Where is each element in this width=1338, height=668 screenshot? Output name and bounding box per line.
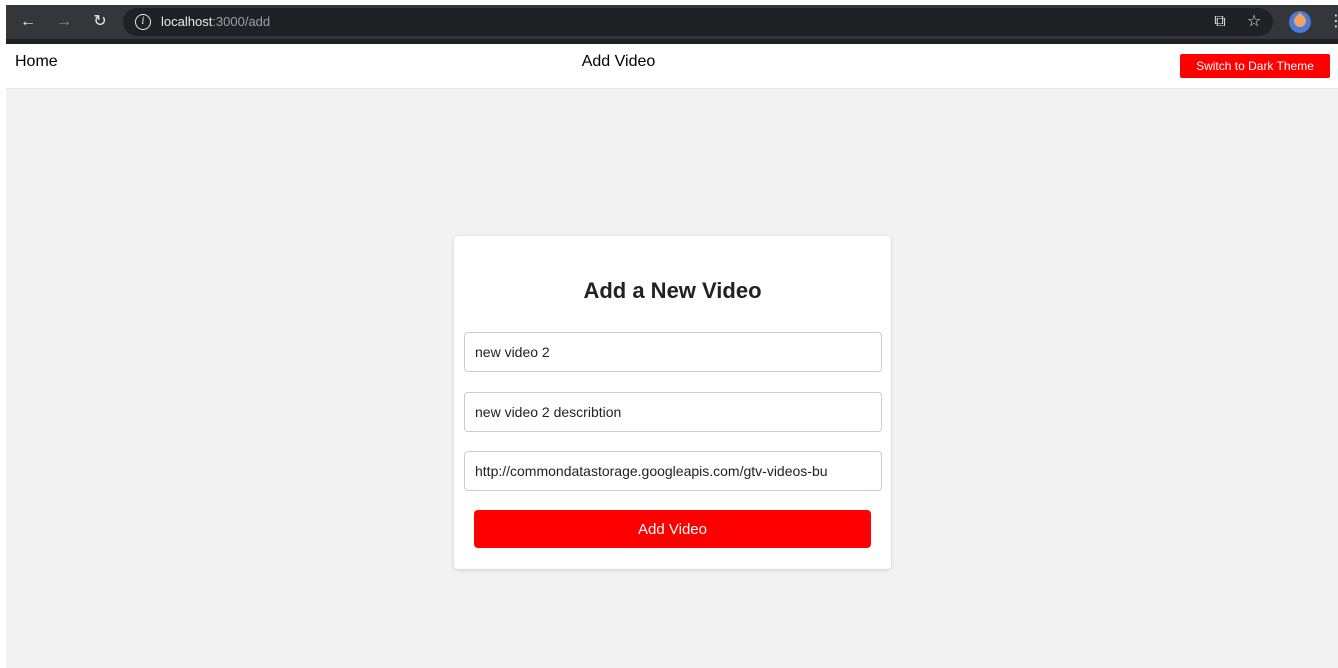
cast-icon[interactable]: ⧉	[1208, 10, 1232, 34]
video-description-input[interactable]	[464, 392, 882, 432]
kebab-menu-icon[interactable]: ⋮	[1328, 10, 1338, 34]
add-video-button[interactable]: Add Video	[474, 510, 871, 548]
url-path: :3000/add	[212, 14, 271, 29]
forward-icon[interactable]: →	[52, 5, 76, 39]
form-heading: Add a New Video	[583, 278, 762, 303]
page-title: Add Video	[581, 53, 656, 70]
video-url-input[interactable]	[464, 451, 882, 491]
video-title-input[interactable]	[464, 332, 882, 372]
app-header: Home Add Video Switch to Dark Theme	[6, 44, 1338, 89]
add-video-form: Add a New Video Add Video	[454, 236, 891, 569]
profile-avatar[interactable]	[1289, 11, 1311, 33]
address-url[interactable]: localhost:3000/add	[161, 8, 270, 36]
main-content: Add a New Video Add Video	[6, 89, 1338, 668]
window-edge	[0, 0, 6, 668]
reload-icon[interactable]: ↻	[88, 5, 112, 39]
switch-theme-button[interactable]: Switch to Dark Theme	[1180, 54, 1330, 78]
back-icon[interactable]: ←	[16, 5, 40, 39]
info-icon[interactable]: i	[135, 14, 151, 30]
browser-chrome: ← → ↻ i localhost:3000/add ⧉ ☆ ⋮	[6, 0, 1338, 44]
browser-toolbar: ← → ↻ i localhost:3000/add ⧉ ☆ ⋮	[6, 5, 1338, 39]
url-host: localhost	[161, 14, 213, 29]
star-icon[interactable]: ☆	[1242, 10, 1266, 34]
address-bar[interactable]: i localhost:3000/add	[123, 8, 1273, 36]
